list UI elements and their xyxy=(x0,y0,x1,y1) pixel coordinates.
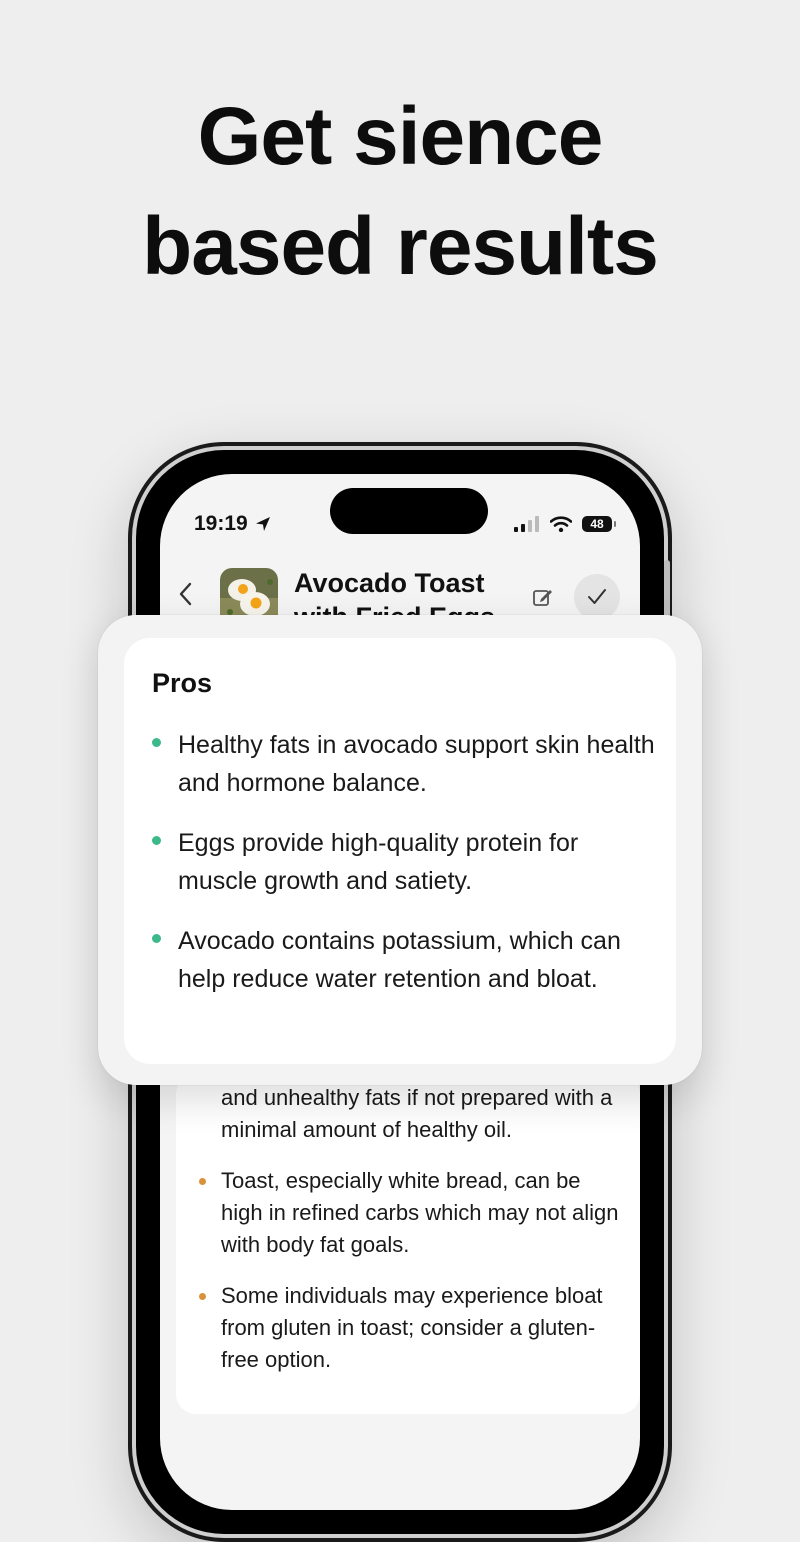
time-label: 19:19 xyxy=(194,512,248,535)
chevron-left-icon xyxy=(179,582,192,606)
cons-card: and unhealthy fats if not prepared with … xyxy=(176,1074,640,1414)
pros-item: Healthy fats in avocado support skin hea… xyxy=(152,726,658,802)
battery-icon: 48 xyxy=(582,516,616,532)
headline-line-2: based results xyxy=(142,201,659,292)
wifi-icon xyxy=(550,516,572,532)
phone-side-button xyxy=(664,560,670,620)
pros-item: Eggs provide high-quality protein for mu… xyxy=(152,824,658,900)
cons-list: and unhealthy fats if not prepared with … xyxy=(199,1082,621,1395)
cons-bullet xyxy=(199,1293,206,1300)
edit-icon xyxy=(533,590,552,606)
pros-title: Pros xyxy=(152,668,213,698)
pros-popup: Pros Healthy fats in avocado support ski… xyxy=(98,615,702,1085)
status-time: 19:19 xyxy=(194,512,272,536)
cons-item-text: Some individuals may experience bloat fr… xyxy=(221,1283,603,1372)
dynamic-island xyxy=(330,488,488,534)
cons-partial-item: and unhealthy fats if not prepared with … xyxy=(221,1085,613,1142)
confirm-button[interactable] xyxy=(574,574,620,620)
pros-bullet xyxy=(152,934,161,943)
cons-item: Some individuals may experience bloat fr… xyxy=(199,1280,621,1376)
pros-item-text: Avocado contains potassium, which can he… xyxy=(178,927,621,993)
pros-item: Avocado contains potassium, which can he… xyxy=(152,922,658,998)
cons-item-text: Toast, especially white bread, can be hi… xyxy=(221,1168,619,1257)
checkmark-icon xyxy=(588,589,606,604)
headline-line-1: Get sience xyxy=(197,91,604,182)
back-button[interactable] xyxy=(178,576,194,616)
headline: Get sience based results xyxy=(0,82,800,302)
pros-list: Healthy fats in avocado support skin hea… xyxy=(152,726,658,1020)
status-indicators: 48 xyxy=(514,516,616,532)
pros-item-text: Healthy fats in avocado support skin hea… xyxy=(178,731,655,797)
cons-bullet xyxy=(199,1178,206,1185)
cellular-signal-icon xyxy=(514,516,539,532)
edit-button[interactable] xyxy=(532,586,554,613)
pros-item-text: Eggs provide high-quality protein for mu… xyxy=(178,829,579,895)
meal-title-line-1: Avocado Toast xyxy=(294,568,485,598)
pros-bullet xyxy=(152,738,161,747)
cons-item: Toast, especially white bread, can be hi… xyxy=(199,1165,621,1261)
pros-bullet xyxy=(152,836,161,845)
pros-card: Pros Healthy fats in avocado support ski… xyxy=(124,638,676,1064)
location-arrow-icon xyxy=(255,517,270,531)
